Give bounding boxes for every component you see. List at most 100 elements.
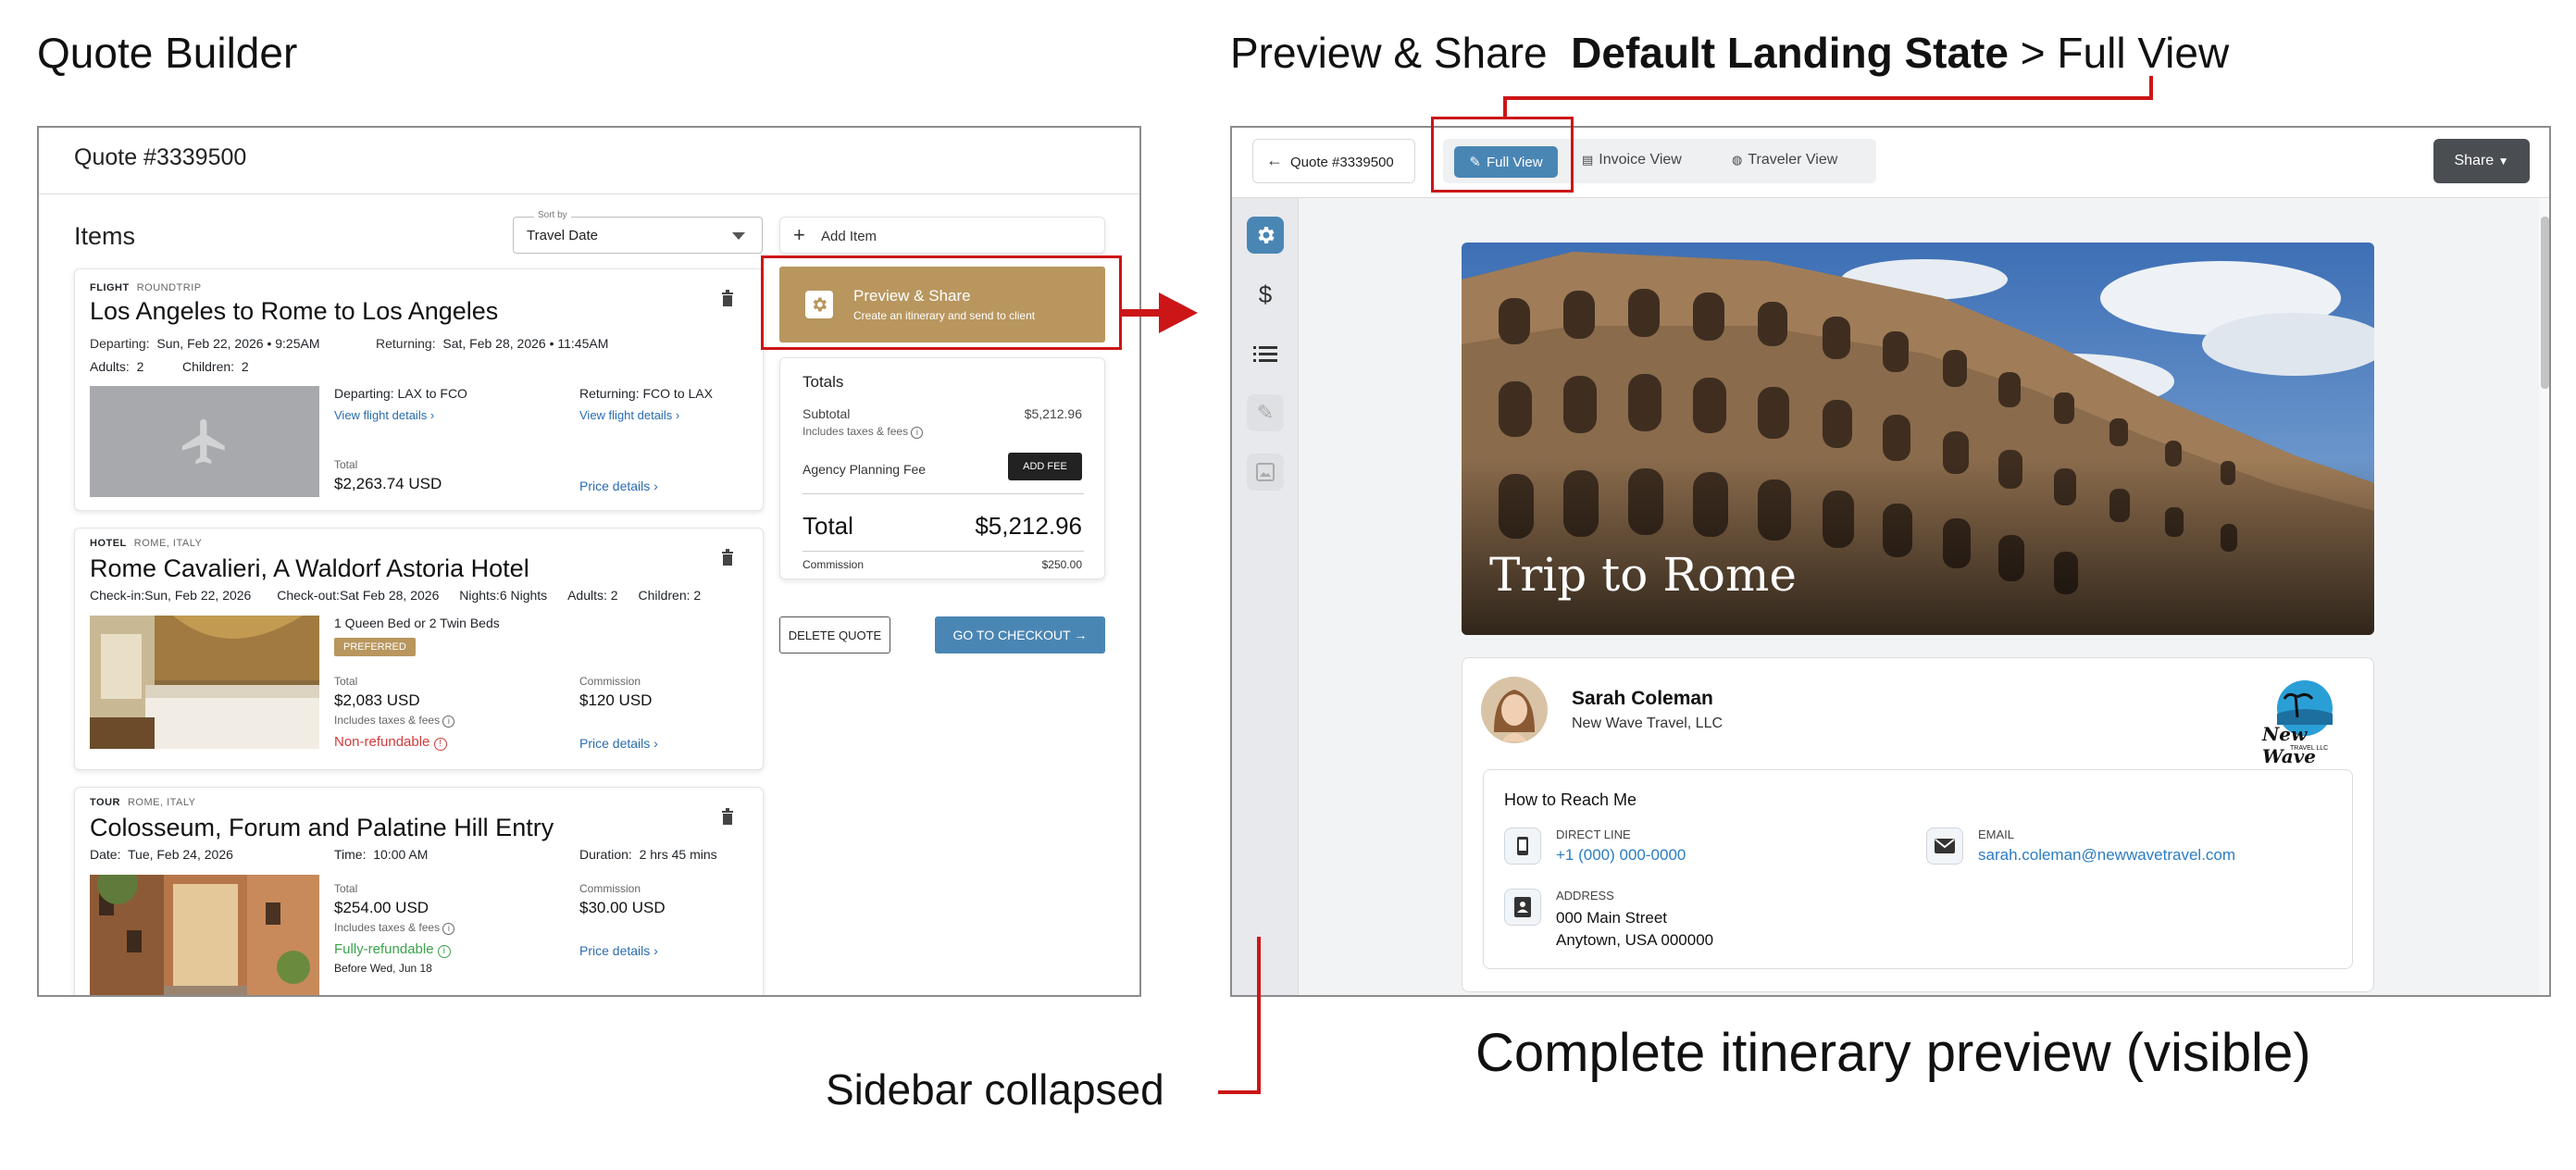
annotation-connector-horizontal [1503, 96, 2153, 100]
hotel-price-details-link[interactable]: Price details › [579, 736, 658, 751]
tour-title: Colosseum, Forum and Palatine Hill Entry [90, 814, 554, 841]
view-flight-details-link-1[interactable]: View flight details › [334, 408, 434, 422]
direct-line-label: DIRECT LINE [1556, 828, 1631, 841]
avatar [1481, 677, 1548, 743]
hotel-type-tag: HOTEL ROME, ITALY [90, 538, 203, 549]
sidebar-image-icon[interactable] [1247, 454, 1284, 491]
quote-builder-heading: Quote Builder [37, 29, 298, 77]
tour-includes: Includes taxes & fees i [334, 921, 455, 935]
subtotal-value: $5,212.96 [1024, 406, 1082, 421]
trash-icon[interactable] [721, 549, 734, 566]
tour-time: Time: 10:00 AM [334, 847, 429, 862]
flight-price-details-link[interactable]: Price details › [579, 479, 658, 493]
info-icon: i [437, 945, 451, 958]
quote-title: Quote #3339500 [74, 144, 247, 170]
logo-subtext: TRAVEL LLC [2290, 745, 2329, 752]
info-icon: i [911, 427, 924, 439]
trash-icon[interactable] [721, 290, 734, 306]
hotel-stay-info: Check-in:Sun, Feb 22, 2026 Check-out:Sat… [90, 588, 702, 603]
agency-fee-label: Agency Planning Fee [803, 462, 927, 477]
document-icon: ▤ [1582, 153, 1594, 167]
annotation-box-full-view [1431, 117, 1574, 193]
info-icon: i [442, 923, 455, 935]
annotation-sidebar-horizontal [1218, 1090, 1261, 1094]
mail-icon [1926, 828, 1963, 865]
tab-invoice-view[interactable]: ▤ Invoice View [1582, 152, 1682, 168]
scrollbar-thumb[interactable] [2541, 217, 2549, 389]
sidebar-list-icon[interactable] [1247, 335, 1284, 372]
flight-card: FLIGHT ROUNDTRIP Los Angeles to Rome to L… [74, 268, 764, 511]
hotel-room-image [90, 616, 319, 749]
add-fee-button[interactable]: ADD FEE [1008, 453, 1082, 480]
header-divider [39, 193, 1139, 194]
arrow-right-icon: → [1074, 628, 1088, 642]
hotel-card: HOTEL ROME, ITALY Rome Cavalieri, A Waldo… [74, 528, 764, 770]
flight-children: Children: 2 [182, 359, 249, 374]
total-label: Total [803, 512, 853, 540]
tour-commission-label: Commission [579, 882, 641, 895]
share-button[interactable]: Share ▼ [2433, 139, 2530, 183]
preview-share-heading: Preview & Share Default Landing State > … [1230, 28, 2229, 78]
arrow-left-icon: ← [1266, 151, 1283, 169]
trash-icon[interactable] [721, 808, 734, 825]
flight-ret-route: Returning: FCO to LAX [579, 386, 713, 401]
direct-line-value[interactable]: +1 (000) 000-0000 [1556, 846, 1686, 865]
phone-icon [1504, 828, 1541, 865]
sidebar-dollar-icon[interactable]: $ [1247, 276, 1284, 313]
back-to-quote-button[interactable]: ← Quote #3339500 [1252, 139, 1415, 183]
preview-share-text: Preview & Share [1230, 29, 1548, 77]
email-value[interactable]: sarah.coleman@newwavetravel.com [1978, 846, 2235, 865]
tour-type-tag: TOUR ROME, ITALY [90, 797, 196, 808]
address-line-1: 000 Main Street [1556, 909, 1668, 927]
address-card-icon [1504, 889, 1541, 926]
totals-heading: Totals [803, 373, 844, 391]
chevron-down-icon [732, 232, 745, 240]
hotel-commission-value: $120 USD [579, 691, 653, 709]
annotation-sidebar-vertical [1257, 937, 1261, 1094]
sort-value: Travel Date [527, 228, 598, 243]
flight-adults: Adults: 2 [90, 359, 144, 374]
address-label: ADDRESS [1556, 889, 1614, 902]
sidebar-pencil-icon[interactable]: ✎ [1247, 394, 1284, 431]
totals-includes: Includes taxes & fees i [803, 425, 924, 439]
total-value: $5,212.96 [975, 512, 1082, 540]
go-to-checkout-button[interactable]: GO TO CHECKOUT → [935, 616, 1105, 653]
agent-name: Sarah Coleman [1572, 688, 1713, 709]
tour-date: Date: Tue, Feb 24, 2026 [90, 847, 233, 862]
tour-total-label: Total [334, 882, 358, 895]
full-view-text: Full View [2057, 29, 2230, 77]
tour-price-details-link[interactable]: Price details › [579, 943, 658, 958]
annotation-connector-up [2149, 76, 2153, 100]
sidebar-collapsed-caption: Sidebar collapsed [826, 1065, 1164, 1114]
flight-total-label: Total [334, 458, 358, 471]
agent-card: Sarah Coleman New Wave Travel, LLC New W… [1462, 657, 2374, 992]
commission-label: Commission [803, 558, 865, 571]
view-flight-details-link-2[interactable]: View flight details › [579, 408, 679, 422]
agent-company: New Wave Travel, LLC [1572, 716, 1724, 731]
hotel-total-value: $2,083 USD [334, 691, 420, 709]
items-heading: Items [74, 222, 136, 250]
hotel-refund-status: Non-refundable ! [334, 734, 447, 751]
hotel-includes: Includes taxes & fees i [334, 714, 455, 728]
preferred-badge: PREFERRED [334, 638, 416, 656]
complete-preview-caption: Complete itinerary preview (visible) [1475, 1023, 2311, 1083]
email-label: EMAIL [1978, 828, 2015, 841]
delete-quote-button[interactable]: DELETE QUOTE [779, 616, 890, 653]
flight-returning: Returning: Sat, Feb 28, 2026 • 11:45AM [376, 336, 609, 351]
hero-image: Trip to Rome [1462, 243, 2374, 635]
preview-topbar [1232, 128, 2549, 198]
sort-select[interactable]: Sort by Travel Date [513, 210, 763, 254]
crumb-separator: > [2020, 29, 2046, 77]
hotel-total-label: Total [334, 675, 358, 688]
tab-traveler-view[interactable]: ◍ Traveler View [1732, 152, 1837, 168]
flight-image-placeholder [90, 386, 319, 497]
tour-total-value: $254.00 USD [334, 899, 429, 916]
company-logo: New Wave TRAVEL LLC [2259, 677, 2351, 767]
chevron-down-icon: ▼ [2497, 155, 2509, 168]
sidebar-gear-icon[interactable] [1247, 217, 1284, 254]
hotel-room: 1 Queen Bed or 2 Twin Beds [334, 616, 500, 630]
add-item-button[interactable]: + Add Item [779, 217, 1105, 254]
tour-street-image [90, 875, 319, 995]
flight-title: Los Angeles to Rome to Los Angeles [90, 297, 499, 325]
hotel-title: Rome Cavalieri, A Waldorf Astoria Hotel [90, 554, 529, 582]
